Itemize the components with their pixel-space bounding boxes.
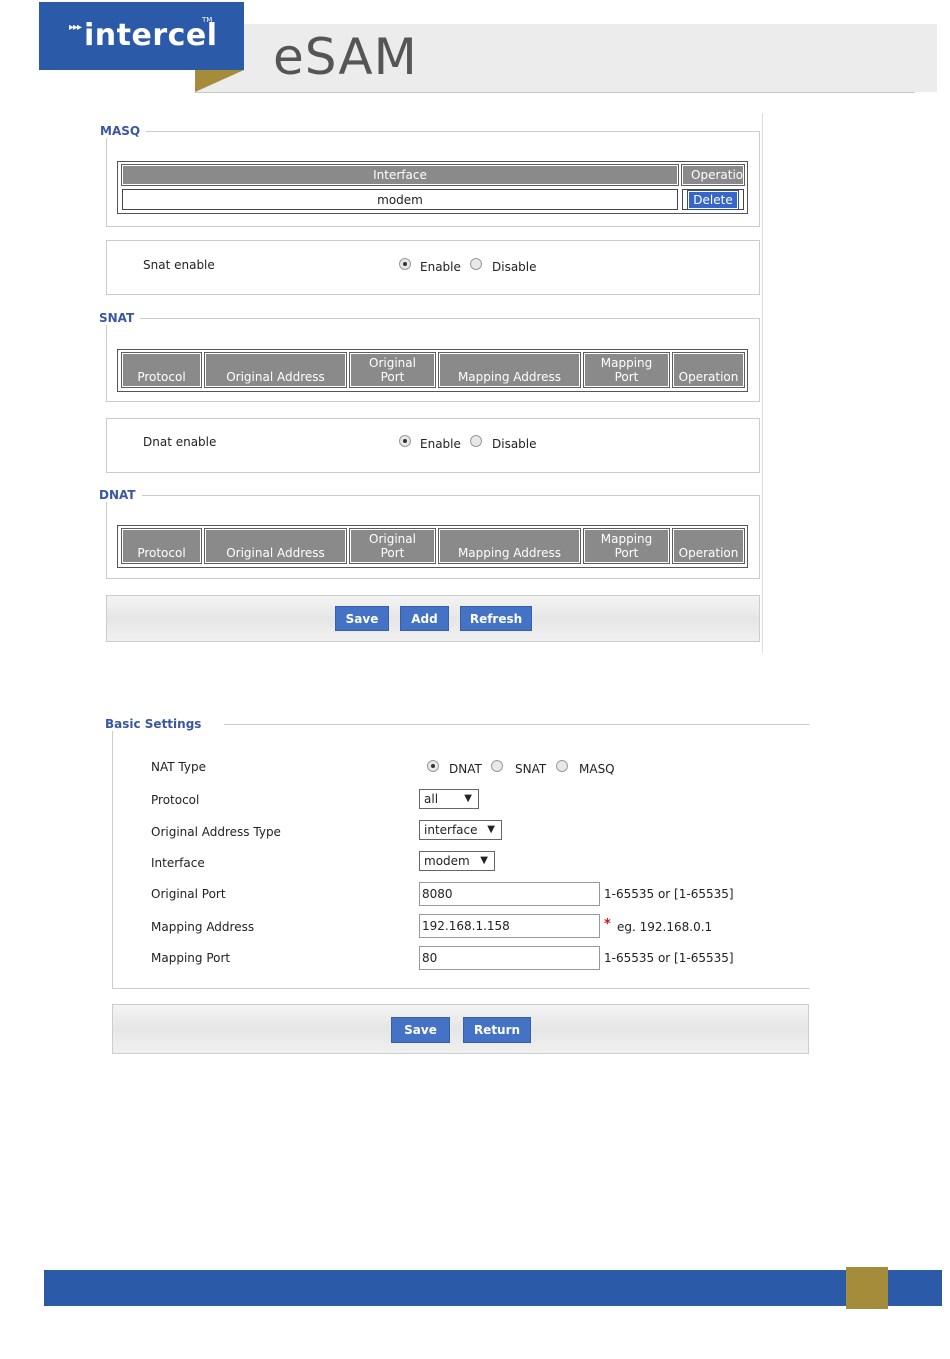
- panel-right-edge: [762, 113, 763, 653]
- snat-col-operation: Operation: [672, 352, 745, 388]
- logo-arrows-icon: ▸▸▸: [69, 22, 82, 33]
- mapping-address-input[interactable]: 192.168.1.158: [419, 914, 600, 938]
- refresh-button[interactable]: Refresh: [460, 606, 532, 631]
- masq-col-interface: Interface: [121, 164, 679, 186]
- original-port-hint: 1-65535 or [1-65535]: [604, 887, 734, 901]
- logo-wordmark: intercel: [84, 18, 218, 53]
- original-port-label: Original Port: [151, 887, 226, 901]
- intercel-logo: ▸▸▸ intercel TM: [39, 2, 244, 70]
- dnat-col-original-address: Original Address: [204, 528, 347, 564]
- nat-type-masq-label: MASQ: [579, 762, 615, 776]
- nat-type-masq-radio[interactable]: [556, 760, 568, 772]
- basic-settings-legend: Basic Settings: [105, 717, 208, 731]
- masq-row-interface: modem: [122, 189, 678, 210]
- mapping-address-label: Mapping Address: [151, 920, 255, 934]
- dnat-disable-option-label: Disable: [492, 437, 537, 451]
- mapping-port-hint: 1-65535 or [1-65535]: [604, 951, 734, 965]
- snat-enable-option-label: Enable: [420, 260, 461, 274]
- logo-trademark: TM: [202, 16, 213, 24]
- original-address-type-label: Original Address Type: [151, 825, 281, 839]
- product-title: eSAM: [273, 28, 418, 86]
- nat-type-dnat-radio[interactable]: [427, 760, 439, 772]
- dnat-col-mapping-port: Mapping Port: [583, 528, 670, 564]
- snat-col-mapping-address: Mapping Address: [438, 352, 581, 388]
- chevron-down-icon: ▼: [487, 824, 495, 835]
- snat-enable-radio[interactable]: [399, 258, 411, 270]
- dnat-enable-label: Dnat enable: [143, 435, 217, 449]
- interface-label: Interface: [151, 856, 205, 870]
- protocol-select-value: all: [424, 792, 439, 806]
- basic-settings-left-border: [112, 724, 113, 989]
- required-marker: *: [604, 917, 611, 932]
- interface-select[interactable]: modem ▼: [419, 851, 495, 871]
- masq-col-operation: Operation: [681, 164, 745, 186]
- dnat-disable-radio[interactable]: [470, 435, 482, 447]
- masq-legend: MASQ: [100, 124, 147, 138]
- dnat-legend: DNAT: [99, 488, 142, 502]
- nat-type-snat-label: SNAT: [515, 762, 547, 776]
- form-toolbar: [112, 1004, 809, 1054]
- save-button[interactable]: Save: [335, 606, 389, 631]
- footer-accent: [846, 1267, 888, 1309]
- return-button[interactable]: Return: [463, 1017, 531, 1043]
- dnat-col-mapping-address: Mapping Address: [438, 528, 581, 564]
- snat-col-mapping-port: Mapping Port: [583, 352, 670, 388]
- nat-type-dnat-label: DNAT: [449, 762, 482, 776]
- mapping-port-label: Mapping Port: [151, 951, 231, 965]
- snat-col-protocol: Protocol: [121, 352, 202, 388]
- original-address-type-select[interactable]: interface ▼: [419, 820, 502, 840]
- masq-row-operation-cell: Delete: [682, 189, 744, 210]
- delete-button[interactable]: Delete: [687, 189, 739, 210]
- snat-disable-option-label: Disable: [492, 260, 537, 274]
- save-button[interactable]: Save: [391, 1017, 450, 1043]
- chevron-down-icon: ▼: [464, 793, 472, 804]
- chevron-down-icon: ▼: [480, 855, 488, 866]
- basic-settings-bottom-rule: [112, 988, 809, 989]
- snat-enable-label: Snat enable: [143, 258, 215, 272]
- dnat-col-original-port: Original Port: [349, 528, 436, 564]
- dnat-col-protocol: Protocol: [121, 528, 202, 564]
- protocol-select[interactable]: all ▼: [419, 789, 479, 809]
- nat-type-label: NAT Type: [151, 760, 206, 774]
- header-divider: [195, 92, 915, 93]
- snat-legend: SNAT: [99, 311, 141, 325]
- nat-type-snat-radio[interactable]: [491, 760, 503, 772]
- logo-accent: [195, 70, 244, 92]
- dnat-enable-radio[interactable]: [399, 435, 411, 447]
- mapping-address-hint: eg. 192.168.0.1: [617, 920, 713, 934]
- mapping-port-input[interactable]: 80: [419, 946, 600, 970]
- snat-col-original-port: Original Port: [349, 352, 436, 388]
- add-button[interactable]: Add: [400, 606, 449, 631]
- footer-bar: [44, 1270, 942, 1306]
- snat-disable-radio[interactable]: [470, 258, 482, 270]
- protocol-label: Protocol: [151, 793, 200, 807]
- basic-settings-rule: [224, 724, 809, 725]
- dnat-enable-option-label: Enable: [420, 437, 461, 451]
- snat-col-original-address: Original Address: [204, 352, 347, 388]
- dnat-col-operation: Operation: [672, 528, 745, 564]
- original-port-input[interactable]: 8080: [419, 882, 600, 906]
- original-address-type-value: interface: [424, 823, 478, 837]
- interface-select-value: modem: [424, 854, 470, 868]
